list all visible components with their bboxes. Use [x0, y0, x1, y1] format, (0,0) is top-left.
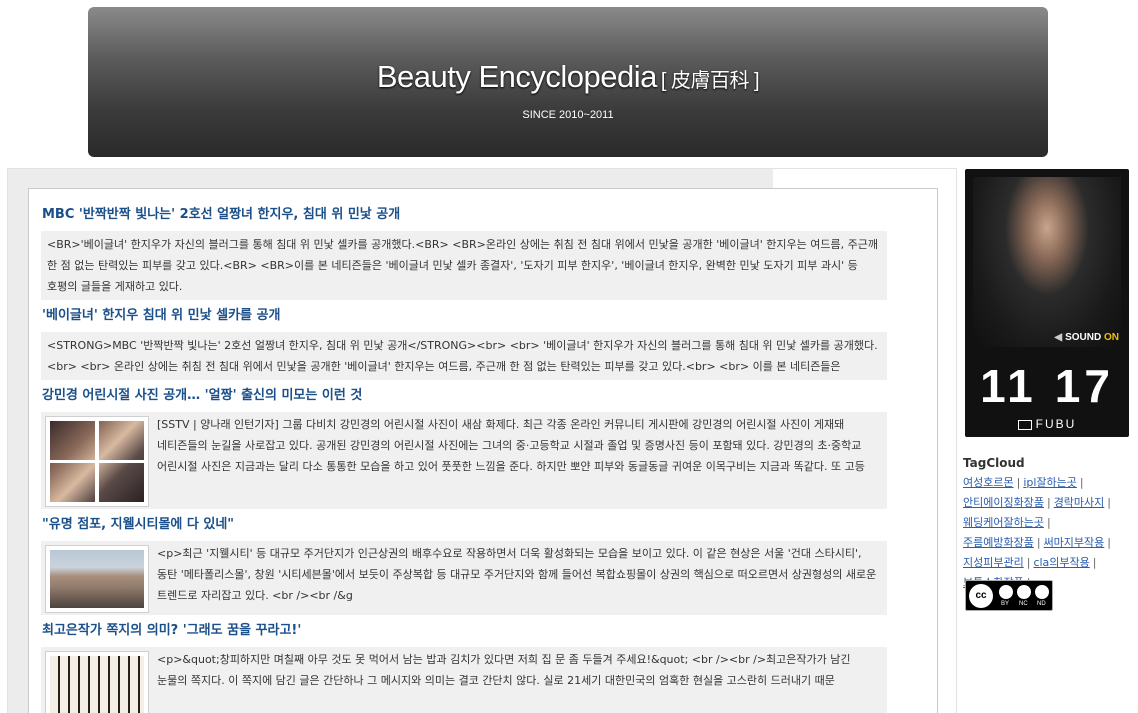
post-list: MBC '반짝반짝 빛나는' 2호선 얼짱녀 한지우, 침대 위 민낯 공개 <…: [28, 188, 938, 713]
site-subtitle: [ 皮膚百科 ]: [660, 70, 760, 92]
speaker-icon: ◀: [1054, 332, 1063, 343]
brand-name: FUBU: [1035, 417, 1077, 431]
tag-link[interactable]: ipl잘하는곳: [1023, 476, 1077, 489]
post-item: "유명 점포, 지웰시티몰에 다 있네" <p>최근 '지웰시티' 등 대규모 …: [41, 509, 887, 615]
post-thumbnail[interactable]: [45, 651, 149, 713]
site-title: Beauty Encyclopedia[ 皮膚百科 ]: [88, 59, 1048, 95]
tag-separator: |: [1016, 476, 1021, 489]
tag-separator: |: [1107, 536, 1112, 549]
nd-icon: [1035, 585, 1049, 599]
nc-icon: [1017, 585, 1031, 599]
cc-icon: cc: [969, 584, 993, 608]
post-excerpt: <p>최근 '지웰시티' 등 대규모 주거단지가 인근상권의 배후수요로 작용하…: [157, 547, 877, 602]
tag-separator: |: [1107, 496, 1112, 509]
brand-logo: FUBU: [965, 417, 1129, 431]
post-item: '베이글녀' 한지우 침대 위 민낯 셀카를 공개 <STRONG>MBC '반…: [41, 300, 887, 380]
tag-link[interactable]: cla의부작용: [1033, 556, 1089, 569]
post-excerpt: <STRONG>MBC '반짝반짝 빛나는' 2호선 얼짱녀 한지우, 침대 위…: [41, 332, 887, 380]
widget-photo: [973, 177, 1121, 347]
post-title-link[interactable]: "유명 점포, 지웰시티몰에 다 있네": [41, 509, 887, 541]
tag-link[interactable]: 여성호르몬: [963, 476, 1014, 489]
by-icon: [999, 585, 1013, 599]
tag-separator: |: [1026, 556, 1031, 569]
tag-link[interactable]: 지성피부관리: [963, 556, 1024, 569]
post-item: 최고은작가 쪽지의 의미? '그래도 꿈을 꾸라고!' <p>&quot;창피하…: [41, 615, 887, 713]
tag-separator: |: [1046, 516, 1051, 529]
tag-separator: |: [1092, 556, 1097, 569]
header-banner[interactable]: Beauty Encyclopedia[ 皮膚百科 ] SINCE 2010~2…: [88, 7, 1048, 157]
post-title-link[interactable]: MBC '반짝반짝 빛나는' 2호선 얼짱녀 한지우, 침대 위 민낯 공개: [41, 199, 887, 231]
clock-widget[interactable]: ◀ SOUND ON 11 17 FUBU: [965, 169, 1129, 437]
post-excerpt: <p>&quot;창피하지만 며칠째 아무 것도 못 먹어서 남는 밥과 김치가…: [157, 653, 851, 687]
post-thumbnail[interactable]: [45, 416, 149, 507]
sound-state: ON: [1104, 332, 1119, 343]
clock-minute: 17: [1054, 360, 1114, 412]
brand-box-icon: [1017, 419, 1032, 430]
nc-label: NC: [1019, 601, 1028, 607]
thumbnail-image: [50, 421, 144, 502]
post-excerpt: [SSTV | 양나래 인턴기자] 그룹 다비치 강민경의 어린시절 사진이 새…: [157, 418, 865, 473]
post-item: MBC '반짝반짝 빛나는' 2호선 얼짱녀 한지우, 침대 위 민낯 공개 <…: [41, 199, 887, 300]
post-excerpt-row: [SSTV | 양나래 인턴기자] 그룹 다비치 강민경의 어린시절 사진이 새…: [41, 412, 887, 509]
post-excerpt-row: <p>최근 '지웰시티' 등 대규모 주거단지가 인근상권의 배후수요로 작용하…: [41, 541, 887, 615]
sound-label: SOUND: [1065, 332, 1102, 343]
thumbnail-image: [50, 656, 144, 713]
tag-separator: |: [1046, 496, 1051, 509]
nd-label: ND: [1037, 601, 1046, 607]
clock-hour: 11: [980, 360, 1037, 412]
post-item: 강민경 어린시절 사진 공개… '얼짱' 출신의 미모는 이런 것 [SSTV …: [41, 380, 887, 509]
post-excerpt-row: <p>&quot;창피하지만 며칠째 아무 것도 못 먹어서 남는 밥과 김치가…: [41, 647, 887, 713]
tagcloud-title: TagCloud: [963, 456, 1025, 470]
by-label: BY: [1001, 601, 1010, 607]
clock-time: 11 17: [965, 359, 1129, 413]
site-title-text: Beauty Encyclopedia: [376, 59, 658, 94]
tag-link[interactable]: 써마지부작용: [1044, 536, 1105, 549]
post-title-link[interactable]: 강민경 어린시절 사진 공개… '얼짱' 출신의 미모는 이런 것: [41, 380, 887, 412]
post-excerpt: <BR>'베이글녀' 한지우가 자신의 블러그를 통해 침대 위 민낯 셀카를 …: [41, 231, 887, 300]
post-thumbnail[interactable]: [45, 545, 149, 613]
tag-separator: |: [1079, 476, 1084, 489]
creative-commons-badge[interactable]: cc BY NC ND: [965, 580, 1053, 611]
tag-separator: |: [1036, 536, 1041, 549]
post-title-link[interactable]: 최고은작가 쪽지의 의미? '그래도 꿈을 꾸라고!': [41, 615, 887, 647]
thumbnail-image: [50, 550, 144, 608]
tagcloud: TagCloud 여성호르몬 | ipl잘하는곳 |안티에이징화장품 | 경락마사지 |웨딩…: [963, 456, 1128, 593]
tag-link[interactable]: 웨딩케어잘하는곳: [963, 516, 1044, 529]
tag-link[interactable]: 경락마사지: [1054, 496, 1105, 509]
tag-list: 여성호르몬 | ipl잘하는곳 |안티에이징화장품 | 경락마사지 |웨딩케어잘하는곳 |주름…: [963, 473, 1128, 593]
tag-link[interactable]: 안티에이징화장품: [963, 496, 1044, 509]
post-title-link[interactable]: '베이글녀' 한지우 침대 위 민낯 셀카를 공개: [41, 300, 887, 332]
site-since: SINCE 2010~2011: [522, 109, 614, 121]
sound-toggle[interactable]: ◀ SOUND ON: [1054, 332, 1119, 343]
tag-link[interactable]: 주름예방화장품: [963, 536, 1034, 549]
